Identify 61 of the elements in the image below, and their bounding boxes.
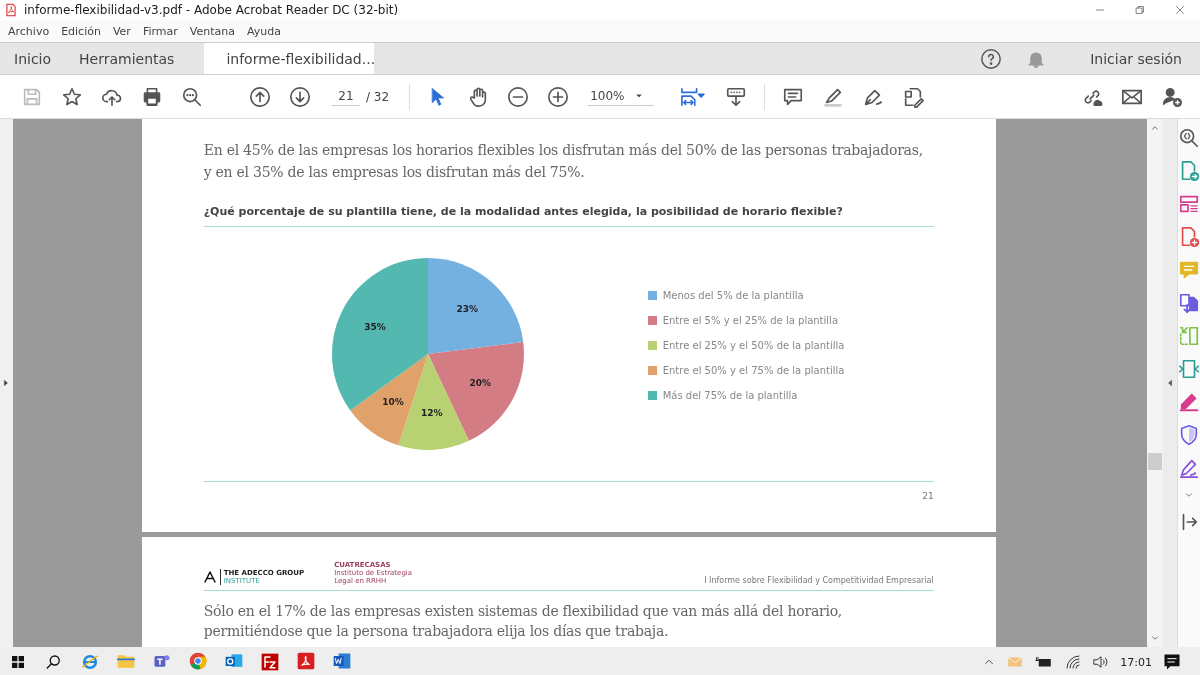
- slice-label: 10%: [381, 397, 404, 408]
- scrollbar[interactable]: [1147, 119, 1164, 647]
- edit-document-icon[interactable]: [902, 85, 925, 108]
- shield-icon[interactable]: [1178, 424, 1200, 446]
- help-icon[interactable]: [980, 47, 1003, 70]
- arrow-up-icon[interactable]: [249, 85, 271, 108]
- search-icon[interactable]: [45, 653, 63, 671]
- slice-label: 20%: [469, 377, 491, 388]
- page-number: 21: [921, 491, 934, 501]
- compress-pdf-icon[interactable]: [1178, 358, 1200, 380]
- chrome-icon[interactable]: [188, 651, 208, 671]
- legend-label: Entre el 25% y el 50% de la plantilla: [662, 339, 845, 351]
- menu-item[interactable]: Ventana: [183, 24, 241, 38]
- search-icon[interactable]: [181, 85, 203, 108]
- menu-item[interactable]: Firmar: [136, 24, 184, 38]
- sign-in-button[interactable]: Iniciar sesión: [1084, 49, 1188, 68]
- zoom-compare-icon[interactable]: [1178, 127, 1200, 149]
- tab[interactable]: Herramientas: [65, 43, 189, 74]
- notification-icon[interactable]: [1162, 652, 1182, 672]
- chart-title: ¿Qué porcentaje de su plantilla tiene, de la modalidad antes elegida, la posibilidad de horario flexible?: [203, 205, 934, 227]
- menu-item[interactable]: Ver: [106, 24, 137, 38]
- volume-icon[interactable]: [1092, 653, 1111, 671]
- page-total: / 32: [366, 89, 390, 104]
- tab[interactable]: Inicio: [0, 43, 66, 74]
- combine-files-icon[interactable]: [1178, 292, 1200, 314]
- legend-label: Menos del 5% de la plantilla: [662, 289, 804, 301]
- scroll-thumb[interactable]: [1148, 453, 1163, 470]
- slice-label: 12%: [420, 408, 443, 419]
- legend-label: Más del 75% de la plantilla: [662, 389, 798, 401]
- highlighter-icon[interactable]: [1178, 391, 1200, 413]
- pen-sign-icon[interactable]: [1178, 457, 1200, 479]
- legend-label: Entre el 50% y el 75% de la plantilla: [662, 364, 845, 376]
- page-header: I Informe sobre Flexibilidad y Competitividad Empresarial: [704, 576, 934, 585]
- tab[interactable]: informe-flexibilidad...: [204, 43, 375, 74]
- layout-icon[interactable]: [1178, 193, 1200, 215]
- print-icon[interactable]: [141, 85, 163, 108]
- ftp-app-icon[interactable]: [260, 652, 280, 672]
- clock: 17:01: [1120, 655, 1152, 669]
- document-app-icon[interactable]: [332, 651, 352, 671]
- windows-icon[interactable]: [10, 654, 26, 670]
- zoom-out-icon[interactable]: [507, 85, 530, 108]
- paragraph: En el 45% de las empresas los horarios flexibles los disfrutan más del 50% de las personas trabajadoras, y en el 35% de las empresas los disfrutan más del 75%.: [203, 141, 924, 182]
- zoom-in-icon[interactable]: [547, 85, 570, 108]
- logo-letter-icon: [203, 571, 216, 583]
- chevron-down-icon[interactable]: [1150, 633, 1161, 643]
- pdf-file-icon: [4, 3, 18, 17]
- slice-label: 23%: [456, 304, 478, 315]
- pdf-app-icon[interactable]: [296, 651, 316, 671]
- menu-item[interactable]: Edición: [55, 24, 107, 38]
- menu-item[interactable]: Ayuda: [240, 24, 287, 38]
- add-user-icon[interactable]: [1161, 85, 1183, 108]
- arrow-down-icon[interactable]: [289, 85, 311, 108]
- window-title: informe-flexibilidad-v3.pdf - Adobe Acrobat Reader DC (32-bit): [24, 3, 400, 17]
- menu-item[interactable]: Archivo: [2, 24, 56, 38]
- caret-icon: [635, 92, 644, 100]
- paragraph: Sólo en el 17% de las empresas existen sistemas de flexibilidad que van más allá del horario, permitiéndose que la persona trabajadora elija los días que trabaja.: [203, 602, 844, 641]
- chevron-up-icon[interactable]: [1150, 123, 1161, 133]
- star-icon[interactable]: [61, 85, 83, 108]
- legend-label: Entre el 5% y el 25% de la plantilla: [662, 314, 838, 326]
- slice-label: 35%: [363, 322, 386, 332]
- collapse-icon[interactable]: [1166, 378, 1175, 388]
